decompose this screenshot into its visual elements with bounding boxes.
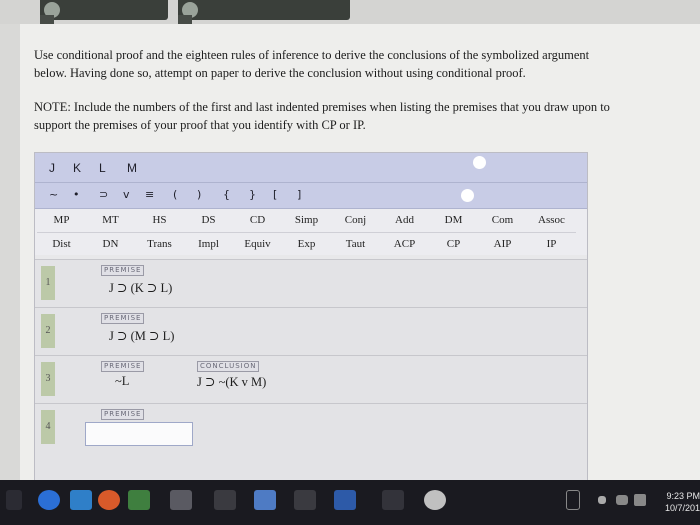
instructions-paragraph: Use conditional proof and the eighteen r…	[34, 46, 674, 82]
rule-button-dm[interactable]: DM	[429, 209, 478, 231]
clock-date: 10/7/201	[664, 503, 700, 513]
volume-icon[interactable]	[634, 494, 646, 506]
photos-icon[interactable]	[294, 490, 316, 510]
chrome-icon[interactable]	[424, 490, 446, 510]
rule-button-equiv[interactable]: Equiv	[233, 232, 282, 254]
line-number: 1	[41, 266, 55, 300]
conclusion-label: CONCLUSION	[197, 361, 260, 372]
rule-button-cd[interactable]: CD	[233, 209, 282, 231]
premise-formula[interactable]: ~L	[115, 374, 129, 389]
rule-button-ds[interactable]: DS	[184, 209, 233, 231]
proof-line-2: 2 PREMISE J ⊃ (M ⊃ L)	[35, 307, 587, 355]
variable-button-j[interactable]: J	[49, 161, 55, 175]
rule-button-taut[interactable]: Taut	[331, 232, 380, 254]
folder-icon[interactable]	[254, 490, 276, 510]
rule-buttons-grid: MP MT HS DS CD Simp Conj Add DM Com Asso…	[35, 209, 587, 255]
app-icon[interactable]	[382, 490, 404, 510]
proof-line-4: 4 PREMISE	[35, 403, 587, 481]
variable-button-m[interactable]: M	[127, 161, 137, 175]
premise-formula[interactable]: J ⊃ (K ⊃ L)	[109, 280, 172, 296]
symbol-left-paren-button[interactable]: (	[173, 188, 177, 201]
symbol-wedge-button[interactable]: v	[123, 188, 130, 201]
instructions-line: Use conditional proof and the eighteen r…	[34, 48, 590, 62]
rule-button-dist[interactable]: Dist	[37, 232, 86, 254]
variable-toolbar: J K L M	[35, 153, 587, 183]
tab-thumbnail-icon	[40, 15, 54, 24]
taskbar-clock[interactable]: 9:23 PM 10/7/201	[652, 490, 700, 514]
firefox-icon[interactable]	[98, 490, 120, 510]
rule-button-hs[interactable]: HS	[135, 209, 184, 231]
line-number: 3	[41, 362, 55, 396]
rule-button-trans[interactable]: Trans	[135, 232, 184, 254]
browser-tab-1[interactable]	[40, 0, 168, 20]
chevron-up-icon[interactable]	[598, 496, 606, 504]
conclusion-formula: J ⊃ ~(K v M)	[197, 375, 267, 389]
rule-button-cp[interactable]: CP	[429, 232, 478, 254]
symbol-dot-button[interactable]: •	[73, 188, 80, 201]
rule-button-aip[interactable]: AIP	[478, 232, 527, 254]
battery-icon[interactable]	[616, 495, 628, 505]
browser-tab-2[interactable]	[178, 0, 350, 20]
rule-button-simp[interactable]: Simp	[282, 209, 331, 231]
start-windows-icon[interactable]	[6, 490, 22, 510]
premise-input[interactable]	[85, 422, 193, 446]
rule-button-add[interactable]: Add	[380, 209, 429, 231]
symbol-right-bracket-button[interactable]: ]	[297, 188, 301, 201]
line-number: 4	[41, 410, 55, 444]
symbol-triple-bar-button[interactable]: ≡	[145, 188, 154, 201]
symbol-right-paren-button[interactable]: )	[197, 188, 201, 201]
rule-button-dn[interactable]: DN	[86, 232, 135, 254]
browser-tab-strip	[0, 0, 700, 24]
symbol-horseshoe-button[interactable]: ⊃	[99, 188, 108, 201]
line-number: 2	[41, 314, 55, 348]
premise-label: PREMISE	[101, 361, 145, 372]
note-line: support the premises of your proof that …	[34, 118, 366, 132]
store-icon[interactable]	[170, 490, 192, 510]
rule-button-assoc[interactable]: Assoc	[527, 209, 576, 231]
rule-button-conj[interactable]: Conj	[331, 209, 380, 231]
rule-button-exp[interactable]: Exp	[282, 232, 331, 254]
tab-thumbnail-icon	[178, 15, 192, 24]
proof-line-3: 3 PREMISE ~L CONCLUSION J ⊃ ~(K v M)	[35, 355, 587, 403]
taskbar: 9:23 PM 10/7/201	[0, 480, 700, 525]
rule-button-acp[interactable]: ACP	[380, 232, 429, 254]
note-line: NOTE: Include the numbers of the first a…	[34, 100, 610, 114]
note-paragraph: NOTE: Include the numbers of the first a…	[34, 98, 674, 134]
variable-button-l[interactable]: L	[99, 161, 106, 175]
instructions-line: below. Having done so, attempt on paper …	[34, 66, 526, 80]
status-dot-icon	[473, 156, 486, 169]
symbol-right-brace-button[interactable]: }	[249, 188, 256, 201]
proof-line-1: 1 PREMISE J ⊃ (K ⊃ L)	[35, 259, 587, 307]
symbol-left-bracket-button[interactable]: [	[273, 188, 277, 201]
rule-button-com[interactable]: Com	[478, 209, 527, 231]
file-explorer-icon[interactable]	[70, 490, 92, 510]
premise-label: PREMISE	[101, 409, 145, 420]
premise-label: PREMISE	[101, 265, 145, 276]
assignment-page: Use conditional proof and the eighteen r…	[20, 24, 700, 482]
status-dot-icon	[461, 189, 474, 202]
symbol-left-brace-button[interactable]: {	[223, 188, 230, 201]
rule-button-mt[interactable]: MT	[86, 209, 135, 231]
browser-edge-icon[interactable]	[38, 490, 60, 510]
premise-formula[interactable]: J ⊃ (M ⊃ L)	[109, 328, 174, 344]
spreadsheet-app-icon[interactable]	[128, 490, 150, 510]
premise-label: PREMISE	[101, 313, 145, 324]
clock-time: 9:23 PM	[666, 491, 700, 501]
word-icon[interactable]	[334, 490, 356, 510]
app-window-icon[interactable]	[214, 490, 236, 510]
rule-button-mp[interactable]: MP	[37, 209, 86, 231]
rule-button-impl[interactable]: Impl	[184, 232, 233, 254]
rule-button-ip[interactable]: IP	[527, 232, 576, 254]
symbol-toolbar: ~ • ⊃ v ≡ ( ) { } [ ]	[35, 183, 587, 209]
people-icon[interactable]	[566, 490, 580, 510]
symbol-tilde-button[interactable]: ~	[49, 188, 58, 201]
variable-button-k[interactable]: K	[73, 161, 81, 175]
proof-tool: J K L M ~ • ⊃ v ≡ ( ) { } [ ] MP MT HS D…	[34, 152, 588, 482]
